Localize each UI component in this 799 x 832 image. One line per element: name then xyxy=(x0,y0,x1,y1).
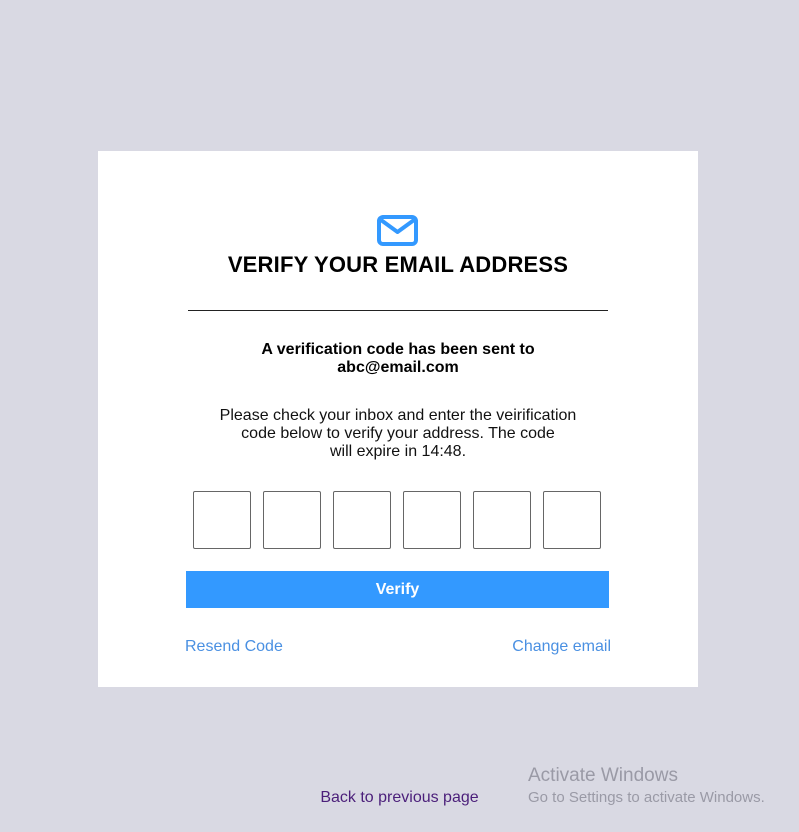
divider xyxy=(188,310,608,311)
watermark-subtitle: Go to Settings to activate Windows. xyxy=(528,789,765,806)
recipient-email: abc@email.com xyxy=(337,359,459,376)
code-sent-text: A verification code has been sent to xyxy=(261,341,535,358)
activate-windows-watermark: Activate Windows Go to Settings to activ… xyxy=(528,765,765,806)
mail-icon xyxy=(377,215,418,246)
code-digit-2-input[interactable] xyxy=(263,491,321,549)
instructions-text: Please check your inbox and enter the ve… xyxy=(219,407,577,424)
code-digit-5-input[interactable] xyxy=(473,491,531,549)
code-input-group xyxy=(193,491,613,551)
code-digit-6-input[interactable] xyxy=(543,491,601,549)
watermark-title: Activate Windows xyxy=(528,765,678,786)
change-email-link[interactable]: Change email xyxy=(512,638,611,656)
page-title: VERIFY YOUR EMAIL ADDRESS xyxy=(227,252,569,277)
code-digit-4-input[interactable] xyxy=(403,491,461,549)
expiry-text: will expire in 14:48. xyxy=(329,443,467,460)
resend-code-link[interactable]: Resend Code xyxy=(185,638,283,656)
verification-card: VERIFY YOUR EMAIL ADDRESS A verification… xyxy=(98,151,698,687)
code-digit-1-input[interactable] xyxy=(193,491,251,549)
code-digit-3-input[interactable] xyxy=(333,491,391,549)
verify-button[interactable]: Verify xyxy=(186,571,609,608)
instructions-text: code below to verify your address. The c… xyxy=(241,425,555,442)
